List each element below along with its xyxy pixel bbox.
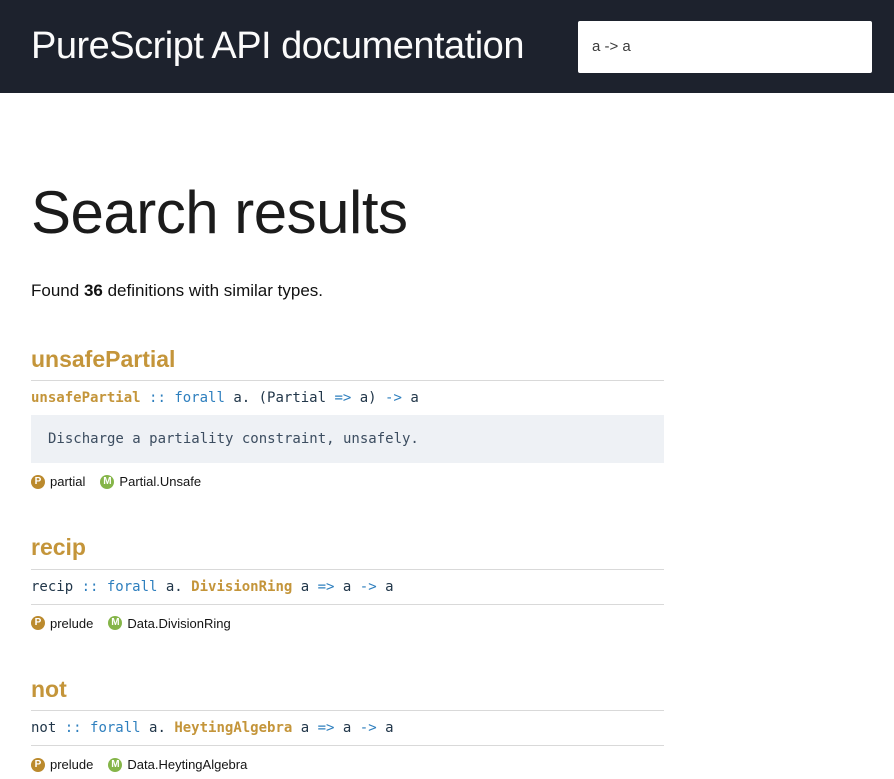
code-token: -> <box>385 390 402 407</box>
app-title-link[interactable]: PureScript API documentation <box>31 25 524 68</box>
result-description-box: Discharge a partiality constraint, unsaf… <box>31 415 664 464</box>
module-name: Data.HeytingAlgebra <box>127 757 248 773</box>
package-icon: P <box>31 757 45 772</box>
module-icon: M <box>108 616 123 631</box>
results-count: 36 <box>83 281 103 300</box>
code-token: forall <box>174 390 225 407</box>
module-name: Partial.Unsafe <box>119 474 202 490</box>
search-results-page: Search results Found 36 definitions with… <box>31 183 664 772</box>
code-token: a <box>292 578 318 595</box>
package-name: prelude <box>50 757 94 773</box>
code-token[interactable]: DivisionRing <box>191 579 292 595</box>
code-token: a <box>401 390 419 407</box>
package-icon: P <box>31 474 45 489</box>
code-token: => <box>317 578 335 595</box>
code-token: recip <box>31 578 82 595</box>
type-signature-row: recip :: forall a. DivisionRing a => a -… <box>31 568 664 605</box>
module-badge[interactable]: M Data.HeytingAlgebra <box>108 757 247 772</box>
code-token: not <box>31 720 65 737</box>
code-token[interactable]: unsafePartial <box>31 390 141 406</box>
result-description: Discharge a partiality constraint, unsaf… <box>48 431 419 448</box>
code-token: -> <box>359 578 377 595</box>
code-token: a <box>376 720 394 737</box>
search-input[interactable] <box>578 20 872 73</box>
code-token: => <box>317 720 335 737</box>
result-title-link[interactable]: not <box>31 676 664 702</box>
module-name: Data.DivisionRing <box>127 615 231 631</box>
code-token: :: <box>64 720 82 737</box>
code-token[interactable]: HeytingAlgebra <box>174 720 292 736</box>
code-token: :: <box>81 578 99 595</box>
app-header: PureScript API documentation <box>0 0 894 93</box>
module-badge[interactable]: M Data.DivisionRing <box>108 615 231 631</box>
code-token: a. <box>140 720 175 737</box>
summary-prefix: Found <box>31 281 84 300</box>
module-icon: M <box>100 474 115 489</box>
page-title: Search results <box>31 179 408 246</box>
module-badge[interactable]: M Partial.Unsafe <box>100 474 201 489</box>
result-meta: P partial M Partial.Unsafe <box>31 474 664 489</box>
result-meta: P prelude M Data.DivisionRing <box>31 616 664 631</box>
code-token: forall <box>106 578 158 595</box>
type-signature-row: not :: forall a. HeytingAlgebra a => a -… <box>31 710 664 747</box>
results-list: unsafePartial unsafePartial :: forall a.… <box>31 346 664 772</box>
code-token: a. <box>157 578 192 595</box>
code-token: forall <box>90 720 141 737</box>
type-signature-row: unsafePartial :: forall a. (Partial => a… <box>31 380 664 415</box>
results-summary: Found 36 definitions with similar types. <box>31 281 664 301</box>
code-token: => <box>334 390 352 407</box>
code-token: a. (Partial <box>224 390 335 407</box>
package-name: partial <box>50 474 86 490</box>
package-badge[interactable]: P prelude <box>31 616 93 631</box>
result-item: unsafePartial unsafePartial :: forall a.… <box>31 346 664 489</box>
type-signature: unsafePartial :: forall a. (Partial => a… <box>31 390 419 406</box>
code-token: a <box>334 720 360 737</box>
result-meta: P prelude M Data.HeytingAlgebra <box>31 757 664 772</box>
module-icon: M <box>108 757 123 772</box>
type-signature: not :: forall a. HeytingAlgebra a => a -… <box>31 720 394 736</box>
result-title-link[interactable]: unsafePartial <box>31 346 664 372</box>
code-token: a) <box>351 390 386 407</box>
package-name: prelude <box>50 615 94 631</box>
type-signature: recip :: forall a. DivisionRing a => a -… <box>31 579 394 595</box>
result-title-link[interactable]: recip <box>31 534 664 560</box>
code-token: -> <box>359 720 377 737</box>
code-token: :: <box>149 390 166 407</box>
code-token: a <box>376 578 394 595</box>
package-icon: P <box>31 616 45 631</box>
package-badge[interactable]: P prelude <box>31 757 93 772</box>
result-item: not not :: forall a. HeytingAlgebra a =>… <box>31 676 664 772</box>
summary-suffix: definitions with similar types. <box>102 281 323 300</box>
result-item: recip recip :: forall a. DivisionRing a … <box>31 534 664 631</box>
code-token: a <box>292 720 318 737</box>
package-badge[interactable]: P partial <box>31 474 85 489</box>
code-token: a <box>334 578 360 595</box>
